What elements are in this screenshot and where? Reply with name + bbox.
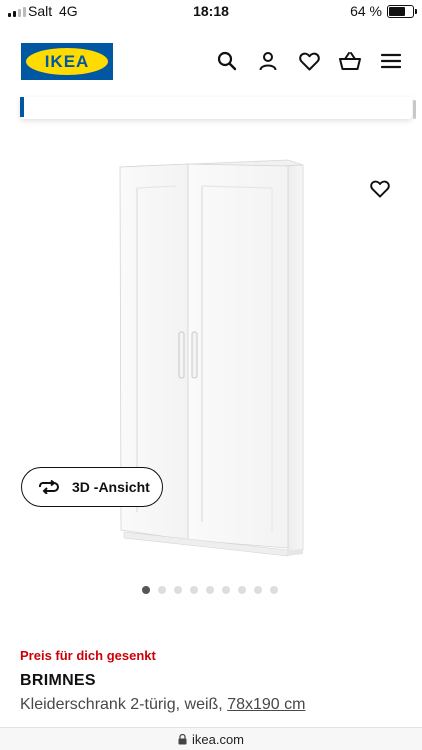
battery-icon	[387, 5, 417, 18]
product-name[interactable]: BRIMNES	[20, 672, 96, 690]
wardrobe-image	[119, 159, 304, 557]
gallery-dot[interactable]	[174, 586, 182, 594]
user-icon[interactable]	[257, 50, 279, 72]
site-header: IKEA	[0, 36, 422, 90]
gallery-dot[interactable]	[238, 586, 246, 594]
logo-text: IKEA	[44, 51, 90, 71]
add-to-favourites-icon[interactable]	[370, 180, 392, 202]
gallery-dot[interactable]	[222, 586, 230, 594]
gallery-dot[interactable]	[270, 586, 278, 594]
view-3d-button[interactable]: 3D -Ansicht	[21, 467, 163, 507]
menu-icon[interactable]	[380, 50, 402, 72]
lock-icon	[178, 733, 187, 744]
banner-accent	[20, 97, 24, 117]
gallery-dot[interactable]	[206, 586, 214, 594]
browser-address-bar[interactable]: ikea.com	[0, 727, 422, 750]
ikea-logo[interactable]: IKEA	[21, 43, 113, 80]
gallery-dot[interactable]	[190, 586, 198, 594]
header-actions	[216, 50, 402, 72]
gallery-dot[interactable]	[254, 586, 262, 594]
collapsed-banner-card[interactable]	[20, 97, 412, 119]
product-dimensions-link[interactable]: 78x190 cm	[227, 696, 305, 713]
url-text: ikea.com	[191, 731, 245, 747]
heart-icon[interactable]	[298, 50, 320, 72]
gallery-pagination[interactable]	[142, 586, 278, 594]
search-icon[interactable]	[216, 50, 238, 72]
product-image-gallery[interactable]	[0, 140, 422, 580]
rotate-3d-icon	[38, 478, 62, 496]
product-description: Kleiderschrank 2-türig, weiß, 78x190 cm	[20, 696, 305, 714]
basket-icon[interactable]	[339, 50, 361, 72]
promo-label: Preis für dich gesenkt	[20, 648, 156, 663]
gallery-dot[interactable]	[158, 586, 166, 594]
status-bar: Salt 4G 18:18 64 %	[0, 0, 422, 24]
view-3d-label: 3D -Ansicht	[72, 479, 150, 495]
product-type: Kleiderschrank 2-türig, weiß,	[20, 696, 223, 713]
battery-percent: 64 %	[350, 3, 382, 19]
gallery-dot[interactable]	[142, 586, 150, 594]
scrollbar[interactable]	[413, 100, 416, 119]
